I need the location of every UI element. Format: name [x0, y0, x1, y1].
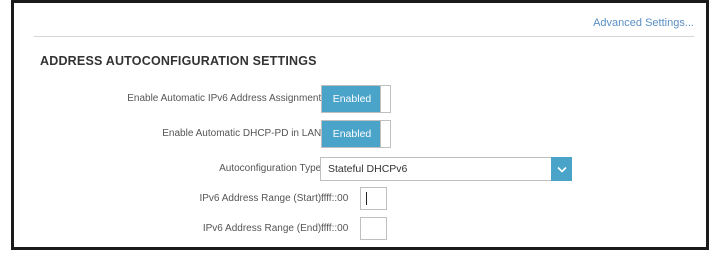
auto-dhcp-pd-label: Enable Automatic DHCP-PD in LAN:: [162, 128, 324, 139]
autoconfig-type-label: Autoconfiguration Type:: [219, 163, 324, 174]
autoconfig-type-value: Stateful DHCPv6: [328, 163, 408, 175]
range-start-input[interactable]: [360, 187, 387, 210]
settings-panel: Advanced Settings... ADDRESS AUTOCONFIGU…: [11, 0, 709, 250]
toggle-knob: [380, 86, 390, 112]
toggle-state-label: Enabled: [322, 86, 382, 112]
auto-dhcp-pd-toggle[interactable]: Enabled: [321, 120, 391, 148]
autoconfig-type-select[interactable]: Stateful DHCPv6: [320, 157, 572, 181]
text-cursor: [366, 192, 367, 205]
auto-ipv6-assignment-label: Enable Automatic IPv6 Address Assignment…: [127, 93, 324, 104]
section-title: ADDRESS AUTOCONFIGURATION SETTINGS: [40, 54, 317, 68]
toggle-knob: [380, 121, 390, 147]
range-end-prefix: ffff::00: [321, 223, 349, 234]
header-divider: [34, 36, 694, 37]
toggle-state-label: Enabled: [322, 121, 382, 147]
range-start-prefix: ffff::00: [321, 193, 349, 204]
range-end-input[interactable]: [360, 217, 387, 240]
auto-ipv6-assignment-toggle[interactable]: Enabled: [321, 85, 391, 113]
advanced-settings-link[interactable]: Advanced Settings...: [593, 17, 694, 29]
chevron-down-icon[interactable]: [551, 157, 572, 181]
range-start-label: IPv6 Address Range (Start):: [199, 193, 324, 204]
range-end-label: IPv6 Address Range (End):: [202, 223, 324, 234]
